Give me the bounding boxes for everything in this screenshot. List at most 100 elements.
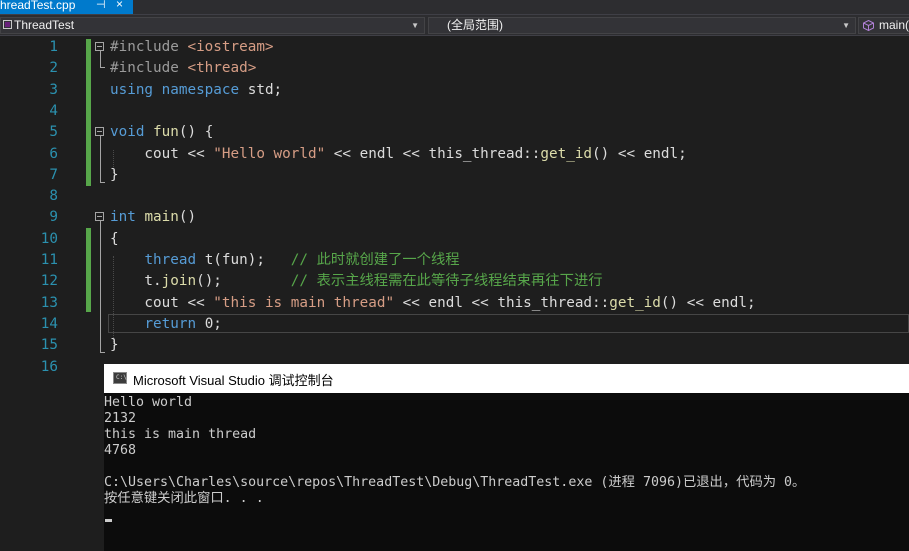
chevron-down-icon: ▼ xyxy=(842,21,850,30)
code-line[interactable]: 2 #include <thread> xyxy=(0,58,909,79)
code-line[interactable]: 1 #include <iostream> xyxy=(0,37,909,58)
code-token: #include xyxy=(110,39,188,55)
line-number: 16 xyxy=(40,358,58,375)
console-line: this is main thread xyxy=(104,427,257,442)
member-dropdown[interactable]: main() xyxy=(858,17,909,34)
code-text: t.join(); // 表示主线程需在此等待子线程结束再往下进行 xyxy=(110,271,603,292)
code-token: fun xyxy=(153,124,179,141)
function-cube-icon xyxy=(863,20,874,31)
code-token: std; xyxy=(239,81,283,98)
close-icon[interactable]: × xyxy=(116,0,123,10)
code-token: get_id xyxy=(540,145,593,162)
code-token: cout << xyxy=(110,145,214,162)
code-token: return xyxy=(144,315,197,332)
code-token: thread xyxy=(144,252,197,268)
code-text: return 0; xyxy=(110,314,222,335)
code-token: () { xyxy=(178,124,214,141)
line-number: 12 xyxy=(40,273,58,290)
line-number: 14 xyxy=(40,315,58,332)
code-token: (); xyxy=(196,273,291,290)
code-text: int main() xyxy=(110,207,196,228)
line-number: 10 xyxy=(40,230,58,247)
current-line-highlight xyxy=(108,313,909,333)
console-title: Microsoft Visual Studio 调试控制台 xyxy=(133,373,334,388)
code-token: #include xyxy=(110,60,188,77)
code-text: thread t(fun); // 此时就创建了一个线程 xyxy=(110,250,460,271)
project-label: ThreadTest xyxy=(14,18,75,32)
code-token: using namespace xyxy=(110,81,240,98)
debug-console-window[interactable]: C:\ Microsoft Visual Studio 调试控制台 Hello … xyxy=(104,364,909,551)
code-token: { xyxy=(110,230,119,247)
scope-label: (全局范围) xyxy=(447,18,503,32)
code-line[interactable]: 15} xyxy=(0,335,909,356)
line-number: 8 xyxy=(49,188,58,205)
line-number: 3 xyxy=(49,81,58,98)
console-line: 4768 xyxy=(104,443,137,458)
console-title-bar[interactable]: C:\ Microsoft Visual Studio 调试控制台 xyxy=(104,364,909,393)
scope-dropdown[interactable]: (全局范围) ▼ xyxy=(428,17,856,34)
code-line[interactable]: 12 t.join(); // 表示主线程需在此等待子线程结束再往下进行 xyxy=(0,271,909,292)
code-token: "this is main thread" xyxy=(213,294,395,311)
member-label: main() xyxy=(879,18,909,32)
code-token: get_id xyxy=(609,294,661,311)
code-token: int xyxy=(110,209,136,226)
line-number: 15 xyxy=(40,337,58,354)
code-token: // 表示主线程需在此等待子线程结束再往下进行 xyxy=(290,273,603,290)
code-line[interactable]: 7} xyxy=(0,165,909,186)
code-token: t(fun); xyxy=(196,252,291,268)
code-text: #include <iostream> xyxy=(110,37,274,58)
line-number: 9 xyxy=(49,209,58,226)
code-token: // 此时就创建了一个线程 xyxy=(290,252,460,268)
code-token: t. xyxy=(110,273,162,290)
code-text: { xyxy=(110,229,119,250)
code-line[interactable]: 13 cout << "this is main thread" << endl… xyxy=(0,293,909,314)
console-cursor xyxy=(105,519,112,522)
document-tab-strip: hreadTest.cpp ⊣ × xyxy=(0,0,909,14)
line-number: 4 xyxy=(49,102,58,119)
console-app-icon: C:\ xyxy=(113,372,127,384)
code-line[interactable]: 4 xyxy=(0,101,909,122)
code-text: #include <thread> xyxy=(110,58,256,79)
code-token: <iostream> xyxy=(187,39,274,55)
chevron-down-icon: ▼ xyxy=(411,21,419,30)
code-token: "Hello world" xyxy=(213,145,326,162)
pin-icon[interactable]: ⊣ xyxy=(96,0,106,11)
code-token: 0; xyxy=(196,315,222,332)
console-line: 按任意键关闭此窗口. . . xyxy=(104,491,264,506)
tab-threadtest-cpp[interactable]: hreadTest.cpp ⊣ × xyxy=(0,0,133,14)
code-token: << endl << this_thread:: xyxy=(394,294,610,311)
code-text: cout << "Hello world" << endl << this_th… xyxy=(110,144,687,165)
project-dropdown[interactable]: ThreadTest ▼ xyxy=(0,17,425,34)
console-line: 2132 xyxy=(104,411,137,426)
code-token: () xyxy=(178,209,197,226)
code-text: cout << "this is main thread" << endl <<… xyxy=(110,293,756,314)
line-number: 1 xyxy=(49,39,58,55)
line-number: 5 xyxy=(49,124,58,141)
line-number: 2 xyxy=(49,60,58,77)
code-line[interactable]: 8 xyxy=(0,186,909,207)
console-line: C:\Users\Charles\source\repos\ThreadTest… xyxy=(104,475,806,490)
code-line[interactable]: 14 return 0; xyxy=(0,313,909,335)
code-line[interactable]: 10 { xyxy=(0,229,909,250)
code-line[interactable]: 3 using namespace std; xyxy=(0,80,909,101)
line-number: 7 xyxy=(49,166,58,183)
code-text: } xyxy=(110,165,119,186)
code-text: void fun() { xyxy=(110,122,213,143)
tab-title: hreadTest.cpp xyxy=(0,0,76,12)
code-token: () << endl; xyxy=(660,294,756,311)
code-token: cout << xyxy=(110,294,214,311)
code-line[interactable]: 5 void fun() { xyxy=(0,122,909,143)
code-line[interactable]: 6 cout << "Hello world" << endl << this_… xyxy=(0,144,909,165)
line-number: 13 xyxy=(40,294,58,311)
code-token: join xyxy=(161,273,197,290)
code-line[interactable]: 9 int main() xyxy=(0,207,909,228)
code-token: main xyxy=(144,209,179,226)
code-line[interactable]: 11 thread t(fun); // 此时就创建了一个线程 xyxy=(0,250,909,271)
console-line: Hello world xyxy=(104,395,193,410)
line-number: 6 xyxy=(49,145,58,162)
code-token: } xyxy=(110,337,119,354)
code-token: () << endl; xyxy=(592,145,687,162)
